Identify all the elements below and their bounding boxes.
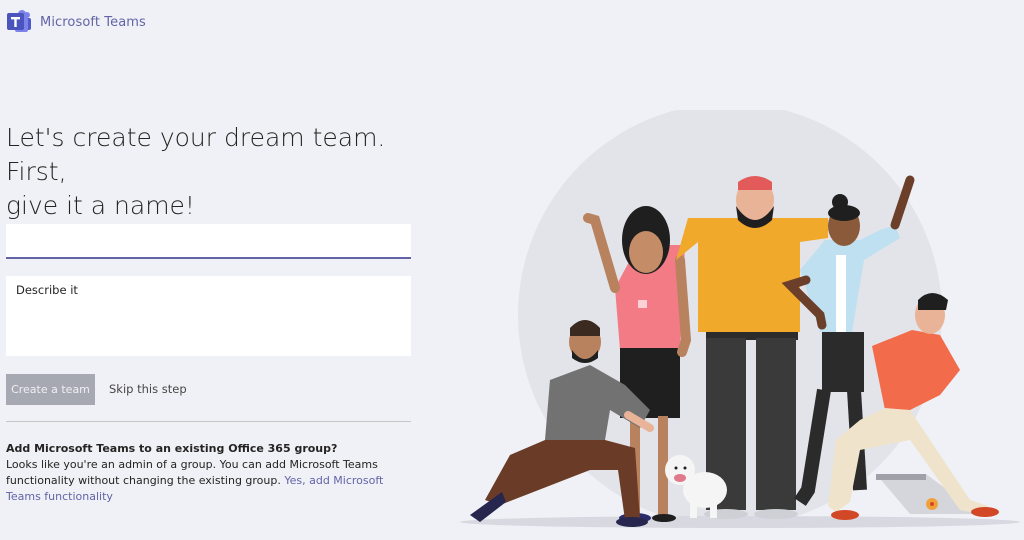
create-team-button[interactable]: Create a team <box>6 374 95 405</box>
description-input[interactable] <box>6 276 411 356</box>
app-header: Microsoft Teams <box>6 9 146 35</box>
page-title-line-1: Let's create your dream team. First, <box>6 123 386 186</box>
team-illustration <box>460 110 1020 528</box>
divider <box>6 421 411 422</box>
skip-step-link[interactable]: Skip this step <box>109 382 187 396</box>
page-title-line-2: give it a name! <box>6 191 195 220</box>
page-title: Let's create your dream team. First, giv… <box>6 121 426 223</box>
app-title: Microsoft Teams <box>40 14 146 30</box>
teams-logo-icon <box>6 9 32 35</box>
group-description: Looks like you're an admin of a group. Y… <box>6 457 406 505</box>
group-heading: Add Microsoft Teams to an existing Offic… <box>6 442 338 455</box>
team-name-input[interactable] <box>6 224 411 259</box>
